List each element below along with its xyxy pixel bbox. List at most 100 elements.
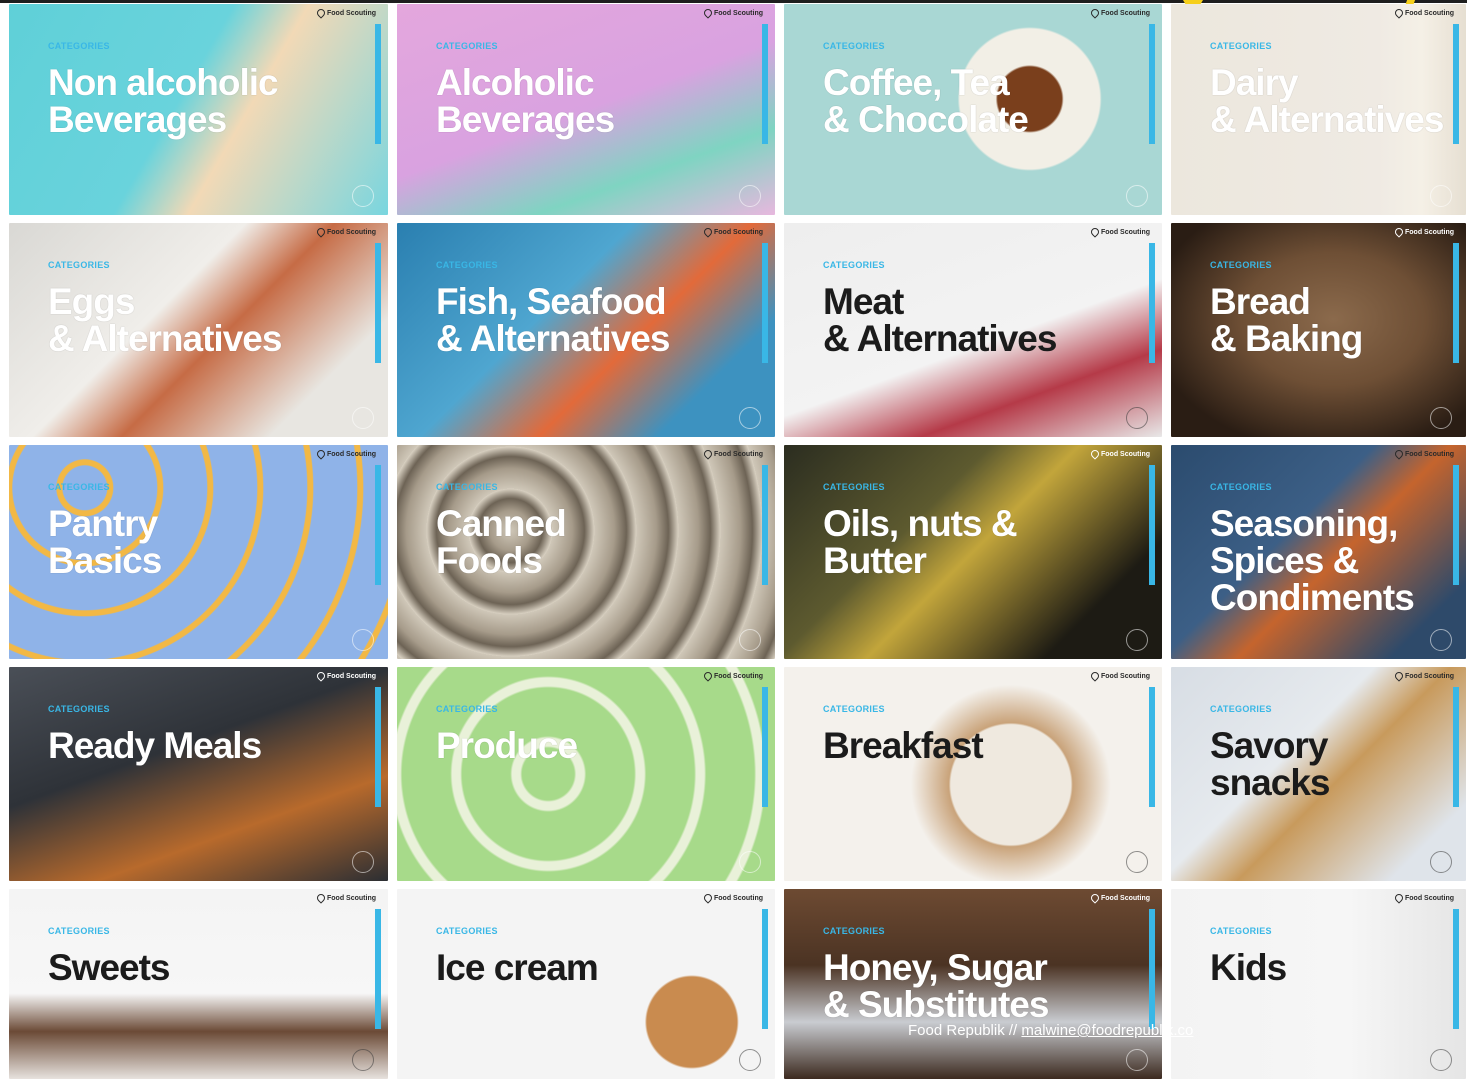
side-stripe: [1453, 465, 1459, 585]
food-republik-badge-icon: [352, 629, 374, 651]
food-republik-badge-icon: [352, 1049, 374, 1071]
brand-name: Food Scouting: [327, 9, 376, 17]
food-republik-badge-icon: [1430, 1049, 1452, 1071]
location-pin-icon: [1393, 226, 1405, 238]
side-stripe: [375, 687, 381, 807]
category-tile[interactable]: Food Scouting CATEGORIES Breakfast: [784, 667, 1162, 881]
footer-credit: Food Republik // malwine@foodrepublik.co: [908, 1022, 1193, 1039]
category-tile[interactable]: Food Scouting CATEGORIES Bread & Baking: [1171, 223, 1466, 437]
category-label: CATEGORIES: [1210, 41, 1272, 51]
side-stripe: [375, 243, 381, 363]
category-title: Coffee, Tea & Chocolate: [823, 62, 1029, 140]
category-title: Produce: [436, 725, 578, 766]
category-title: Oils, nuts & Butter: [823, 503, 1018, 581]
brand-name: Food Scouting: [1405, 450, 1454, 458]
category-label: CATEGORIES: [1210, 260, 1272, 270]
side-stripe: [1149, 465, 1155, 585]
category-tile[interactable]: Food Scouting CATEGORIES Alcoholic Beverag…: [397, 4, 775, 215]
brand-logo: Food Scouting: [1393, 226, 1454, 238]
location-pin-icon: [315, 7, 327, 19]
category-title: Kids: [1210, 947, 1287, 988]
side-stripe: [375, 24, 381, 144]
food-republik-badge-icon: [1430, 851, 1452, 873]
category-label: CATEGORIES: [823, 41, 885, 51]
side-stripe: [762, 24, 768, 144]
brand-logo: Food Scouting: [1393, 7, 1454, 19]
category-label: CATEGORIES: [436, 482, 498, 492]
side-stripe: [1149, 687, 1155, 807]
brand-logo: Food Scouting: [1393, 892, 1454, 904]
location-pin-icon: [1089, 226, 1101, 238]
food-republik-badge-icon: [739, 1049, 761, 1071]
brand-name: Food Scouting: [327, 672, 376, 680]
category-tile[interactable]: Food Scouting CATEGORIES Seasoning, Spices…: [1171, 445, 1466, 659]
brand-logo: Food Scouting: [702, 226, 763, 238]
footer-email-link[interactable]: malwine@foodrepublik.co: [1021, 1022, 1193, 1039]
brand-name: Food Scouting: [1101, 450, 1150, 458]
food-republik-badge-icon: [1126, 407, 1148, 429]
location-pin-icon: [1089, 892, 1101, 904]
brand-name: Food Scouting: [1101, 672, 1150, 680]
side-stripe: [762, 687, 768, 807]
side-stripe: [1453, 24, 1459, 144]
category-title: Seasoning, Spices & Condiments: [1210, 503, 1415, 618]
brand-logo: Food Scouting: [702, 670, 763, 682]
food-republik-badge-icon: [739, 185, 761, 207]
category-label: CATEGORIES: [48, 41, 110, 51]
category-tile[interactable]: Food Scouting CATEGORIES Canned Foods: [397, 445, 775, 659]
brand-logo: Food Scouting: [315, 670, 376, 682]
category-tile[interactable]: Food Scouting CATEGORIES Kids: [1171, 889, 1466, 1079]
location-pin-icon: [315, 670, 327, 682]
side-stripe: [1453, 687, 1459, 807]
category-tile[interactable]: Food Scouting CATEGORIES Sweets: [9, 889, 388, 1079]
location-pin-icon: [1089, 7, 1101, 19]
category-tile[interactable]: Food Scouting CATEGORIES Meat & Alternativ…: [784, 223, 1162, 437]
category-label: CATEGORIES: [48, 704, 110, 714]
category-tile[interactable]: Food Scouting CATEGORIES Honey, Sugar & Su…: [784, 889, 1162, 1079]
category-label: CATEGORIES: [436, 260, 498, 270]
location-pin-icon: [315, 226, 327, 238]
side-stripe: [762, 909, 768, 1029]
food-republik-badge-icon: [1126, 629, 1148, 651]
category-tile[interactable]: Food Scouting CATEGORIES Pantry Basics: [9, 445, 388, 659]
category-label: CATEGORIES: [436, 41, 498, 51]
category-tile[interactable]: Food Scouting CATEGORIES Produce: [397, 667, 775, 881]
location-pin-icon: [1089, 670, 1101, 682]
category-label: CATEGORIES: [436, 704, 498, 714]
category-tile[interactable]: Food Scouting CATEGORIES Ready Meals: [9, 667, 388, 881]
brand-logo: Food Scouting: [702, 7, 763, 19]
category-tile[interactable]: Food Scouting CATEGORIES Eggs & Alternativ…: [9, 223, 388, 437]
category-tile[interactable]: Food Scouting CATEGORIES Oils, nuts & Butt…: [784, 445, 1162, 659]
brand-logo: Food Scouting: [315, 892, 376, 904]
brand-name: Food Scouting: [714, 894, 763, 902]
food-republik-badge-icon: [1126, 185, 1148, 207]
category-tile[interactable]: Food Scouting CATEGORIES Ice cream: [397, 889, 775, 1079]
location-pin-icon: [315, 448, 327, 460]
food-republik-badge-icon: [1430, 185, 1452, 207]
brand-name: Food Scouting: [1101, 894, 1150, 902]
category-label: CATEGORIES: [823, 704, 885, 714]
category-title: Savory snacks: [1210, 725, 1330, 803]
category-title: Non alcoholic Beverages: [48, 62, 279, 140]
category-tile[interactable]: Food Scouting CATEGORIES Coffee, Tea & Cho…: [784, 4, 1162, 215]
category-label: CATEGORIES: [823, 482, 885, 492]
category-label: CATEGORIES: [823, 926, 885, 936]
category-tile[interactable]: Food Scouting CATEGORIES Savory snacks: [1171, 667, 1466, 881]
food-republik-badge-icon: [1126, 1049, 1148, 1071]
food-republik-badge-icon: [739, 629, 761, 651]
brand-name: Food Scouting: [327, 894, 376, 902]
category-title: Canned Foods: [436, 503, 567, 581]
location-pin-icon: [702, 670, 714, 682]
food-republik-badge-icon: [352, 185, 374, 207]
category-tile[interactable]: Food Scouting CATEGORIES Non alcoholic Bev…: [9, 4, 388, 215]
category-tile[interactable]: Food Scouting CATEGORIES Fish, Seafood & A…: [397, 223, 775, 437]
brand-logo: Food Scouting: [315, 7, 376, 19]
location-pin-icon: [702, 7, 714, 19]
brand-logo: Food Scouting: [1393, 448, 1454, 460]
brand-name: Food Scouting: [714, 672, 763, 680]
brand-name: Food Scouting: [1405, 9, 1454, 17]
category-title: Breakfast: [823, 725, 984, 766]
location-pin-icon: [1393, 7, 1405, 19]
category-label: CATEGORIES: [48, 260, 110, 270]
category-tile[interactable]: Food Scouting CATEGORIES Dairy & Alternati…: [1171, 4, 1466, 215]
